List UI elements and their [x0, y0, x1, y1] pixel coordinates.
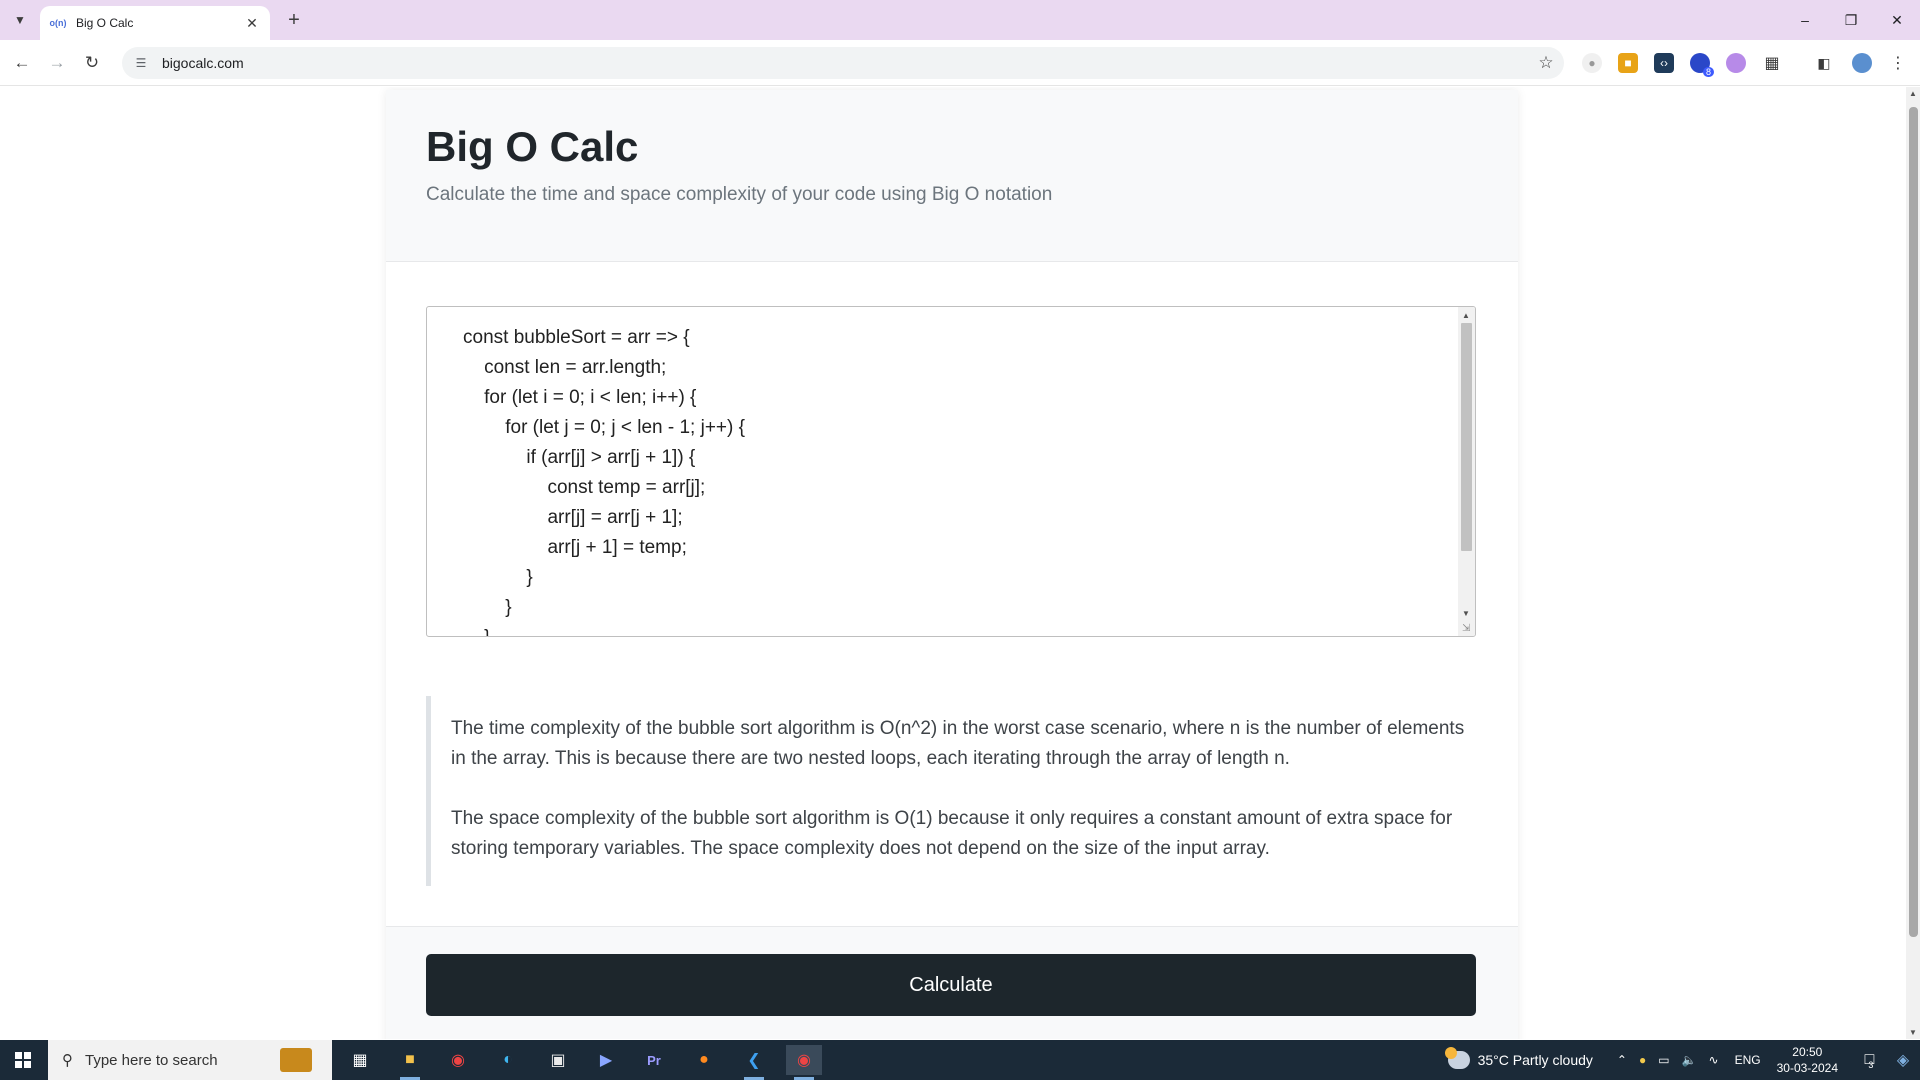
search-highlight-icon	[280, 1048, 312, 1072]
code-scrollbar-thumb[interactable]	[1461, 323, 1472, 551]
tab-title: Big O Calc	[76, 16, 134, 30]
clock-time: 20:50	[1792, 1045, 1823, 1059]
page-viewport: Big O Calc Calculate the time and space …	[0, 87, 1906, 1039]
code-input[interactable]: const bubbleSort = arr => { const len = …	[426, 306, 1476, 637]
extension-1-icon[interactable]: ●	[1582, 53, 1602, 73]
clock-date: 30-03-2024	[1776, 1061, 1838, 1075]
scroll-up-arrow-icon[interactable]: ▲	[1462, 311, 1470, 320]
task-view-icon[interactable]: ▦	[342, 1045, 378, 1075]
back-arrow-icon[interactable]: ←	[10, 51, 34, 75]
tab-strip: ▼ o(n) Big O Calc ✕ + – ❐ ✕	[0, 0, 1920, 40]
windows-taskbar: ⚲ Type here to search ▦ ■ ◉ ◐ ▣ ▶ Pr ● ❮…	[0, 1040, 1920, 1080]
partly-cloudy-icon	[1444, 1047, 1470, 1069]
close-window-icon[interactable]: ✕	[1874, 0, 1920, 40]
code-text[interactable]: const bubbleSort = arr => { const len = …	[463, 323, 745, 636]
card-footer: Calculate	[386, 926, 1518, 1039]
window-controls: – ❐ ✕	[1782, 0, 1920, 40]
code-line[interactable]: }	[463, 593, 745, 623]
file-explorer-icon[interactable]: ■	[392, 1045, 428, 1080]
space-complexity-text: The space complexity of the bubble sort …	[451, 808, 1453, 859]
chrome-active-icon[interactable]: ◉	[786, 1045, 822, 1080]
code-line[interactable]: const temp = arr[j];	[463, 473, 745, 503]
battery-icon[interactable]: ▭	[1658, 1053, 1669, 1067]
clock[interactable]: 20:50 30-03-2024	[1777, 1044, 1838, 1076]
page-subtitle: Calculate the time and space complexity …	[426, 184, 1053, 206]
forward-arrow-icon[interactable]: →	[45, 51, 69, 75]
extension-2-icon[interactable]: ■	[1618, 53, 1638, 73]
complexity-result: The time complexity of the bubble sort a…	[426, 696, 1476, 886]
side-panel-icon[interactable]: ◧	[1814, 53, 1834, 73]
site-info-icon[interactable]: ☰	[132, 56, 150, 70]
notifications-icon[interactable]: □ 3	[1852, 1040, 1886, 1080]
calculate-button[interactable]: Calculate	[426, 954, 1476, 1016]
tab-search-chevron-down-icon[interactable]: ▼	[8, 8, 32, 32]
url-text[interactable]: bigocalc.com	[162, 55, 1528, 71]
tray-app-icon[interactable]: ●	[1639, 1053, 1646, 1067]
time-complexity-text: The time complexity of the bubble sort a…	[451, 718, 1465, 769]
reload-icon[interactable]: ↻	[80, 51, 104, 75]
scroll-down-arrow-icon[interactable]: ▼	[1462, 609, 1470, 618]
taskbar-search-box[interactable]: ⚲ Type here to search	[48, 1040, 332, 1080]
extension-3-icon[interactable]: ‹›	[1654, 53, 1674, 73]
profile-avatar-icon[interactable]	[1852, 53, 1872, 73]
code-line[interactable]: for (let j = 0; j < len - 1; j++) {	[463, 413, 745, 443]
extensions-puzzle-icon[interactable]: ▦	[1762, 53, 1782, 73]
system-tray: 35°C Partly cloudy ⌃ ● ▭ 🔈 ∿ ENG 20:50 3…	[1444, 1040, 1920, 1080]
extension-badge: 8	[1702, 67, 1714, 77]
page-title: Big O Calc	[426, 123, 639, 170]
menu-kebab-icon[interactable]: ⋮	[1888, 53, 1908, 73]
browser-tab[interactable]: o(n) Big O Calc ✕	[40, 6, 270, 40]
edge-icon[interactable]: ◐	[490, 1045, 526, 1075]
code-line[interactable]: arr[j] = arr[j + 1];	[463, 503, 745, 533]
copilot-icon[interactable]: ◈	[1886, 1040, 1920, 1080]
page-scroll-up-icon[interactable]: ▲	[1909, 89, 1917, 98]
start-windows-icon[interactable]	[0, 1040, 46, 1080]
restore-icon[interactable]: ❐	[1828, 0, 1874, 40]
volume-icon[interactable]: 🔈	[1682, 1053, 1697, 1067]
code-scrollbar[interactable]: ▲ ▼	[1458, 307, 1475, 636]
firefox-icon[interactable]: ●	[686, 1045, 722, 1075]
extension-5-icon[interactable]	[1726, 53, 1746, 73]
store-icon[interactable]: ▣	[540, 1045, 576, 1075]
minimize-icon[interactable]: –	[1782, 0, 1828, 40]
weather-text: 35°C Partly cloudy	[1477, 1052, 1593, 1068]
site-favicon-icon: o(n)	[49, 18, 67, 28]
vscode-icon[interactable]: ❮	[736, 1045, 772, 1080]
code-line[interactable]: }	[463, 623, 745, 636]
page-scroll-down-icon[interactable]: ▼	[1909, 1028, 1917, 1037]
code-line[interactable]: const bubbleSort = arr => {	[463, 323, 745, 353]
network-icon[interactable]: ∿	[1709, 1053, 1719, 1067]
address-bar[interactable]: ☰ bigocalc.com ☆	[122, 47, 1564, 79]
resize-grip-icon[interactable]: ⇲	[1462, 623, 1474, 635]
tab-close-icon[interactable]: ✕	[244, 15, 260, 32]
app-icon[interactable]: ▶	[588, 1045, 624, 1075]
browser-toolbar: ← → ↻ ☰ bigocalc.com ☆ ● ■ ‹› 8 ▦ ◧ ⋮	[0, 40, 1920, 86]
code-line[interactable]: if (arr[j] > arr[j + 1]) {	[463, 443, 745, 473]
language-indicator[interactable]: ENG	[1735, 1053, 1761, 1067]
search-icon: ⚲	[62, 1052, 73, 1069]
premiere-pro-icon[interactable]: Pr	[636, 1045, 672, 1075]
notification-count: 3	[1868, 1060, 1874, 1070]
chrome-icon[interactable]: ◉	[440, 1045, 476, 1075]
code-line[interactable]: for (let i = 0; i < len; i++) {	[463, 383, 745, 413]
extension-4-icon[interactable]: 8	[1690, 53, 1714, 77]
page-scrollbar[interactable]: ▲ ▼	[1906, 87, 1920, 1039]
code-line[interactable]: }	[463, 563, 745, 593]
chevron-up-icon[interactable]: ⌃	[1617, 1053, 1627, 1067]
code-line[interactable]: const len = arr.length;	[463, 353, 745, 383]
bookmark-star-icon[interactable]: ☆	[1528, 53, 1564, 73]
search-placeholder[interactable]: Type here to search	[85, 1052, 218, 1069]
weather-widget[interactable]: 35°C Partly cloudy	[1444, 1047, 1593, 1069]
new-tab-plus-icon[interactable]: +	[282, 8, 306, 32]
page-scrollbar-thumb[interactable]	[1909, 107, 1918, 937]
code-line[interactable]: arr[j + 1] = temp;	[463, 533, 745, 563]
calculator-card: Big O Calc Calculate the time and space …	[386, 90, 1518, 1039]
card-header: Big O Calc Calculate the time and space …	[386, 90, 1518, 262]
